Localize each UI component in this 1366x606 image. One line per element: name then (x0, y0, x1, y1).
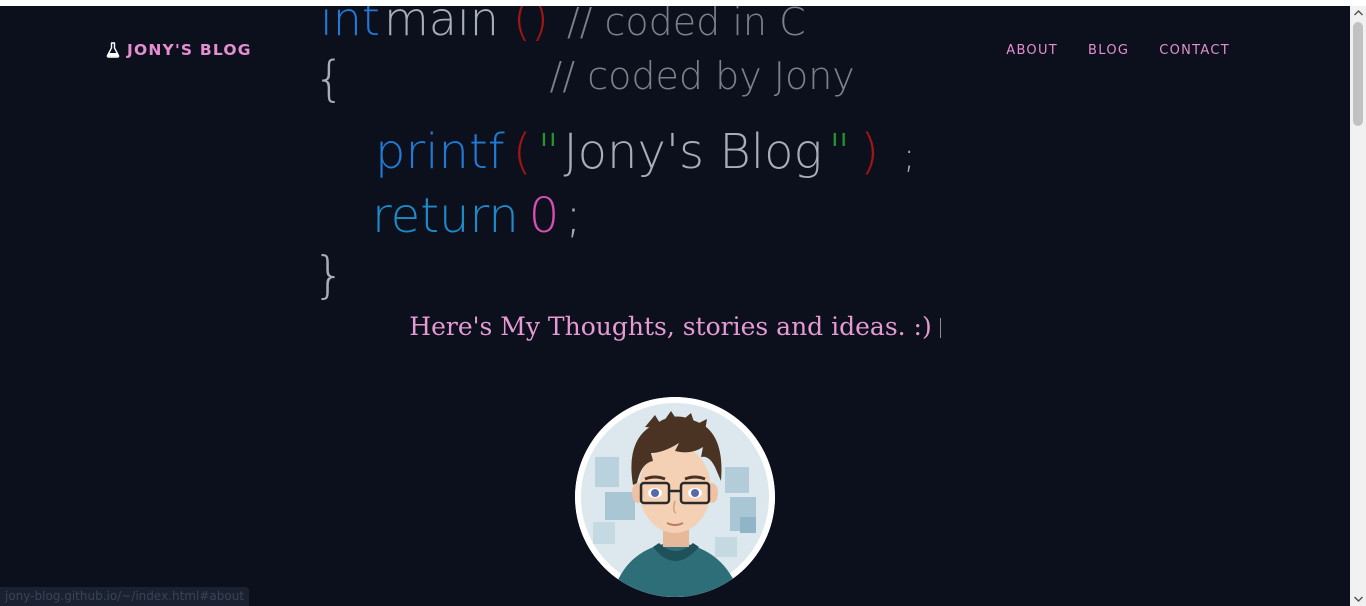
code-line-5: } (313, 246, 345, 304)
code-line-4: return 0; (372, 188, 582, 244)
code-line-2: {// coded by Jony (314, 51, 855, 107)
chevron-up-icon (1353, 10, 1363, 16)
nav-item-blog[interactable]: BLOG (1088, 43, 1129, 58)
page-viewport: intmain()// coded in C {// coded by Jony… (0, 6, 1350, 606)
chevron-down-icon (1353, 596, 1363, 602)
avatar-illustration (575, 397, 775, 597)
typing-cursor (939, 318, 941, 338)
tagline-text: Here's My Thoughts, stories and ideas. :… (409, 312, 932, 341)
nav-item-contact[interactable]: CONTACT (1159, 43, 1230, 58)
scroll-up-button[interactable] (1350, 6, 1366, 20)
brand-name: JONY'S BLOG (127, 41, 252, 59)
flask-icon (106, 42, 120, 58)
brand-link[interactable]: JONY'S BLOG (106, 41, 252, 59)
hero-tagline: Here's My Thoughts, stories and ideas. :… (0, 312, 1350, 341)
code-line-3: printf("Jony's Blog "); (375, 124, 916, 180)
avatar (575, 397, 775, 597)
scroll-thumb[interactable] (1353, 22, 1363, 126)
status-bar-url: jony-blog.github.io/~/index.html#about (0, 587, 249, 606)
nav-item-about[interactable]: ABOUT (1006, 43, 1058, 58)
scroll-down-button[interactable] (1350, 592, 1366, 606)
main-nav: ABOUT BLOG CONTACT (1006, 43, 1230, 58)
page-scrollbar[interactable] (1350, 6, 1366, 606)
code-line-1: intmain()// coded in C (320, 6, 806, 46)
